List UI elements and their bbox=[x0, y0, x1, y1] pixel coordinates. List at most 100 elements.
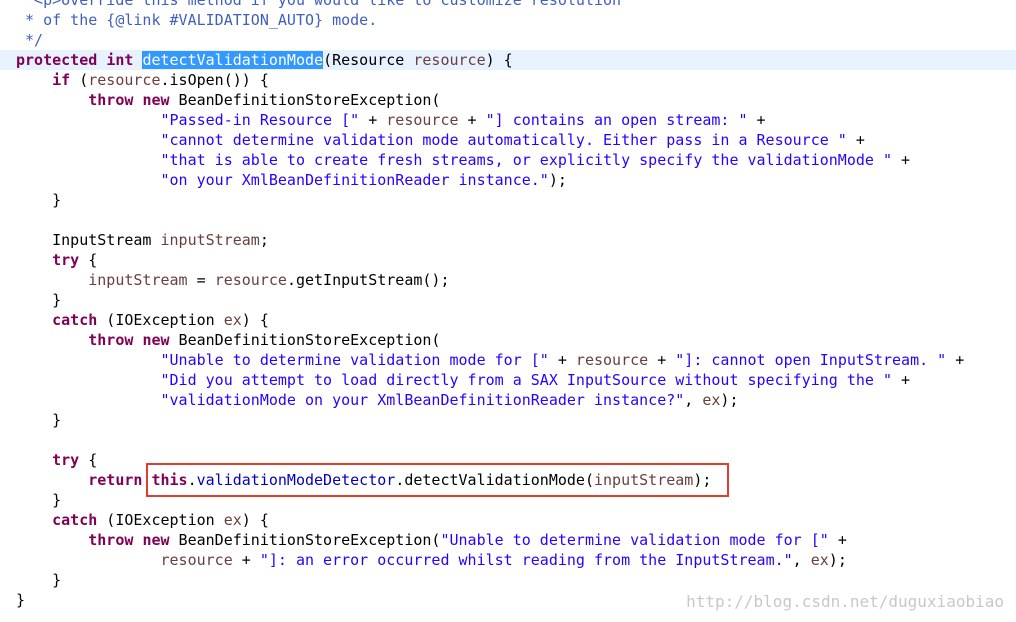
code-text: + bbox=[458, 111, 486, 129]
watermark: http://blog.csdn.net/duguxiaobiao bbox=[686, 592, 1004, 611]
code-keyword: throw bbox=[88, 91, 134, 109]
code-line[interactable]: throw new BeanDefinitionStoreException("… bbox=[0, 530, 1016, 550]
code-comment: */ bbox=[16, 31, 44, 49]
code-string: "]: cannot open InputStream. " bbox=[675, 351, 947, 369]
code-text: ; bbox=[259, 231, 269, 249]
code-line[interactable]: protected int detectValidationMode(Resou… bbox=[0, 50, 1016, 70]
code-text: + bbox=[548, 351, 576, 369]
code-line[interactable]: } bbox=[0, 570, 1016, 590]
code-keyword: catch bbox=[52, 511, 98, 529]
code-text: ); bbox=[720, 391, 739, 409]
code-text: (IOException bbox=[97, 311, 224, 329]
code-text: , bbox=[684, 391, 703, 409]
code-line[interactable]: "cannot determine validation mode automa… bbox=[0, 130, 1016, 150]
code-line[interactable]: "that is able to create fresh streams, o… bbox=[0, 150, 1016, 170]
code-string: "] contains an open stream: " bbox=[485, 111, 748, 129]
code-line[interactable] bbox=[0, 210, 1016, 230]
code-comment: * of the {@link #VALIDATION_AUTO} mode. bbox=[16, 11, 378, 29]
code-line[interactable]: catch (IOException ex) { bbox=[0, 510, 1016, 530]
code-variable: resource bbox=[160, 551, 233, 569]
code-line[interactable]: */ bbox=[0, 30, 1016, 50]
code-line[interactable]: throw new BeanDefinitionStoreException( bbox=[0, 330, 1016, 350]
code-text: ); bbox=[693, 471, 712, 489]
code-text: + bbox=[359, 111, 387, 129]
code-text: + bbox=[747, 111, 766, 129]
code-variable: ex bbox=[810, 551, 829, 569]
code-line[interactable]: InputStream inputStream; bbox=[0, 230, 1016, 250]
code-text: ) { bbox=[241, 511, 269, 529]
code-line[interactable]: * of the {@link #VALIDATION_AUTO} mode. bbox=[0, 10, 1016, 30]
code-text: + bbox=[648, 351, 676, 369]
code-line[interactable]: try { bbox=[0, 250, 1016, 270]
code-text: { bbox=[79, 451, 98, 469]
code-line[interactable]: <p>Override this method if you would lik… bbox=[0, 0, 1016, 10]
code-variable: ex bbox=[702, 391, 721, 409]
code-line[interactable]: try { bbox=[0, 450, 1016, 470]
code-variable: inputStream bbox=[160, 231, 260, 249]
code-line[interactable]: } bbox=[0, 490, 1016, 510]
code-line[interactable] bbox=[0, 430, 1016, 450]
code-text: .isOpen()) { bbox=[160, 71, 269, 89]
code-text: + bbox=[892, 151, 911, 169]
code-keyword: catch bbox=[52, 311, 98, 329]
code-text: } bbox=[16, 491, 62, 509]
code-variable: ex bbox=[223, 511, 242, 529]
code-line[interactable]: "Passed-in Resource [" + resource + "] c… bbox=[0, 110, 1016, 130]
code-line[interactable]: inputStream = resource.getInputStream(); bbox=[0, 270, 1016, 290]
code-text: ) { bbox=[485, 51, 513, 69]
code-keyword: new bbox=[142, 331, 170, 349]
code-string: "on your XmlBeanDefinitionReader instanc… bbox=[160, 171, 549, 189]
code-text: + bbox=[946, 351, 965, 369]
code-keyword: throw bbox=[88, 331, 134, 349]
code-text: . bbox=[187, 471, 197, 489]
code-comment: <p>Override this method if you would lik… bbox=[16, 0, 622, 9]
code-text: InputStream bbox=[16, 231, 161, 249]
code-string: "Did you attempt to load directly from a… bbox=[160, 371, 893, 389]
code-field: validationModeDetector bbox=[196, 471, 396, 489]
code-variable: resource bbox=[386, 111, 459, 129]
code-line[interactable]: if (resource.isOpen()) { bbox=[0, 70, 1016, 90]
code-string: "Unable to determine validation mode for… bbox=[440, 531, 829, 549]
code-text: (IOException bbox=[97, 511, 224, 529]
code-line[interactable]: "validationMode on your XmlBeanDefinitio… bbox=[0, 390, 1016, 410]
code-keyword: new bbox=[142, 91, 170, 109]
code-line[interactable]: "Unable to determine validation mode for… bbox=[0, 350, 1016, 370]
code-text: ); bbox=[828, 551, 847, 569]
code-editor[interactable]: <p>Override this method if you would lik… bbox=[0, 0, 1016, 622]
code-line[interactable]: catch (IOException ex) { bbox=[0, 310, 1016, 330]
code-line[interactable]: return this.validationModeDetector.detec… bbox=[0, 470, 1016, 490]
code-string: "that is able to create fresh streams, o… bbox=[160, 151, 893, 169]
code-line[interactable]: throw new BeanDefinitionStoreException( bbox=[0, 90, 1016, 110]
code-string: "cannot determine validation mode automa… bbox=[160, 131, 847, 149]
code-line[interactable]: resource + "]: an error occurred whilst … bbox=[0, 550, 1016, 570]
code-keyword: protected bbox=[16, 51, 98, 69]
code-text: } bbox=[16, 191, 62, 209]
code-keyword: try bbox=[52, 451, 80, 469]
code-text: + bbox=[892, 371, 911, 389]
code-keyword: try bbox=[52, 251, 80, 269]
code-variable: ex bbox=[223, 311, 242, 329]
code-keyword: if bbox=[52, 71, 71, 89]
code-text: BeanDefinitionStoreException( bbox=[169, 91, 441, 109]
code-text: } bbox=[16, 291, 62, 309]
code-text: } bbox=[16, 411, 62, 429]
code-line[interactable]: "on your XmlBeanDefinitionReader instanc… bbox=[0, 170, 1016, 190]
code-text: } bbox=[16, 591, 26, 609]
code-variable: resource bbox=[214, 271, 287, 289]
code-line[interactable]: } bbox=[0, 410, 1016, 430]
code-line[interactable]: } bbox=[0, 290, 1016, 310]
code-line[interactable]: "Did you attempt to load directly from a… bbox=[0, 370, 1016, 390]
code-line[interactable]: } bbox=[0, 190, 1016, 210]
